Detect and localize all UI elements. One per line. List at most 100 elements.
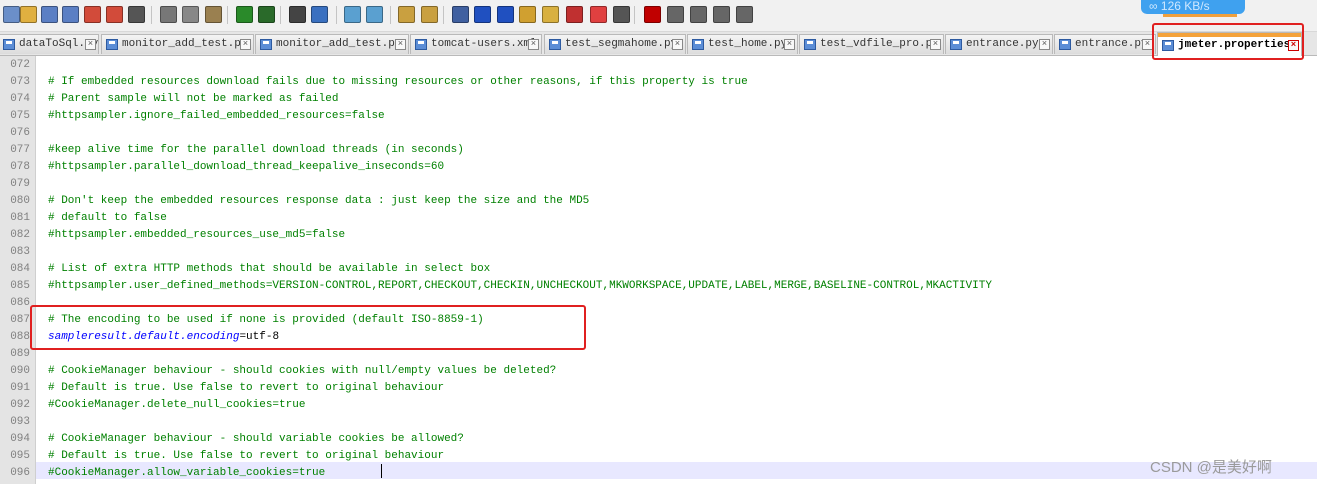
toolbar-separator bbox=[390, 6, 391, 24]
monitor-icon[interactable] bbox=[613, 6, 630, 23]
save-all-icon[interactable] bbox=[62, 6, 79, 23]
cut-icon[interactable] bbox=[160, 6, 177, 23]
file-icon bbox=[3, 39, 15, 50]
network-speed-text: 126 KB/s bbox=[1160, 0, 1210, 13]
tab-label: entrance.py bbox=[1075, 38, 1148, 50]
doc-map-icon[interactable] bbox=[542, 6, 559, 23]
close-all-icon[interactable] bbox=[106, 6, 123, 23]
toolbar-separator bbox=[634, 6, 635, 24]
line-number: 080 bbox=[10, 195, 30, 207]
play-macro-icon[interactable] bbox=[690, 6, 707, 23]
folder-icon[interactable] bbox=[590, 6, 607, 23]
file-icon bbox=[415, 39, 427, 50]
line-number: 090 bbox=[10, 365, 30, 377]
code-line: #httpsampler.ignore_failed_embedded_reso… bbox=[48, 110, 385, 122]
line-number: 082 bbox=[10, 229, 30, 241]
toolbar-separator bbox=[280, 6, 281, 24]
tab-tomcat-users-xml[interactable]: tomcat-users.xml × bbox=[410, 34, 542, 54]
line-number: 072 bbox=[10, 59, 30, 71]
tab-datatosql-py[interactable]: dataToSql.py × bbox=[0, 34, 99, 54]
toolbar bbox=[0, 0, 1317, 32]
code-line: # List of extra HTTP methods that should… bbox=[48, 263, 491, 275]
sync-horizontal-icon[interactable] bbox=[421, 6, 438, 23]
tab-monitor-add-test-py[interactable]: monitor_add_test.py × bbox=[255, 34, 409, 54]
file-icon bbox=[804, 39, 816, 50]
file-icon bbox=[692, 39, 704, 50]
stop-macro-icon[interactable] bbox=[667, 6, 684, 23]
tab-label: test_home.py bbox=[708, 38, 788, 50]
toolbar-separator bbox=[443, 6, 444, 24]
line-number: 074 bbox=[10, 93, 30, 105]
text-caret bbox=[381, 464, 382, 478]
code-line: # Don't keep the embedded resources resp… bbox=[48, 195, 590, 207]
code-editor[interactable]: 072 073 074 075 076 077 078 079 080 081 082 083 084 0… bbox=[0, 56, 1317, 484]
network-icon: ∞ bbox=[1149, 0, 1158, 13]
tab-close-icon[interactable]: × bbox=[672, 39, 683, 50]
tab-entrance-py[interactable]: entrance.py × bbox=[1054, 34, 1156, 54]
file-icon bbox=[106, 39, 118, 50]
function-list-icon[interactable] bbox=[566, 6, 583, 23]
copy-icon[interactable] bbox=[182, 6, 199, 23]
line-number: 092 bbox=[10, 399, 30, 411]
tab-entrance-py[interactable]: entrance.py × bbox=[945, 34, 1053, 54]
property-key: sampleresult.default.encoding bbox=[48, 331, 240, 343]
close-icon[interactable] bbox=[84, 6, 101, 23]
tab-close-icon[interactable]: × bbox=[1039, 39, 1050, 50]
code-line: #CookieManager.delete_null_cookies=true bbox=[48, 399, 306, 411]
paste-icon[interactable] bbox=[205, 6, 222, 23]
tab-close-icon[interactable]: × bbox=[528, 39, 539, 50]
tab-monitor-add-test-py[interactable]: monitor_add_test.py × bbox=[101, 34, 254, 54]
tab-test-segmahome-py[interactable]: test_segmahome.py × bbox=[544, 34, 686, 54]
tab-test-vdfile-pro-py[interactable]: test_vdfile_pro.py × bbox=[799, 34, 944, 54]
save-macro-icon[interactable] bbox=[736, 6, 753, 23]
run-macro-icon[interactable] bbox=[713, 6, 730, 23]
network-speed-badge: ∞ 126 KB/s bbox=[1141, 0, 1245, 17]
line-number: 081 bbox=[10, 212, 30, 224]
file-icon bbox=[1059, 39, 1071, 50]
show-symbols-icon[interactable] bbox=[474, 6, 491, 23]
find-icon[interactable] bbox=[289, 6, 306, 23]
print-icon[interactable] bbox=[128, 6, 145, 23]
code-line: # CookieManager behaviour - should varia… bbox=[48, 433, 464, 445]
sync-vertical-icon[interactable] bbox=[398, 6, 415, 23]
line-number: 079 bbox=[10, 178, 30, 190]
line-number: 076 bbox=[10, 127, 30, 139]
line-number: 075 bbox=[10, 110, 30, 122]
tab-test-home-py[interactable]: test_home.py × bbox=[687, 34, 798, 54]
line-number: 096 bbox=[10, 467, 30, 479]
code-line: #httpsampler.user_defined_methods=VERSIO… bbox=[48, 280, 992, 292]
zoom-in-icon[interactable] bbox=[344, 6, 361, 23]
tab-close-icon[interactable]: × bbox=[395, 39, 406, 50]
tab-close-icon[interactable]: × bbox=[930, 39, 941, 50]
word-wrap-icon[interactable] bbox=[452, 6, 469, 23]
tab-label: monitor_add_test.py bbox=[276, 38, 402, 50]
open-icon[interactable] bbox=[20, 6, 37, 23]
toolbar-separator bbox=[336, 6, 337, 24]
lang-icon[interactable] bbox=[519, 6, 536, 23]
line-number: 087 bbox=[10, 314, 30, 326]
line-number: 093 bbox=[10, 416, 30, 428]
file-icon bbox=[549, 39, 561, 50]
toolbar-separator bbox=[227, 6, 228, 24]
undo-icon[interactable] bbox=[236, 6, 253, 23]
line-number: 073 bbox=[10, 76, 30, 88]
zoom-out-icon[interactable] bbox=[366, 6, 383, 23]
tab-close-icon[interactable]: × bbox=[85, 39, 96, 50]
tab-label: test_segmahome.py bbox=[565, 38, 678, 50]
save-icon[interactable] bbox=[41, 6, 58, 23]
replace-icon[interactable] bbox=[311, 6, 328, 23]
tab-close-icon[interactable]: × bbox=[240, 39, 251, 50]
tab-close-icon[interactable]: × bbox=[784, 39, 795, 50]
record-macro-icon[interactable] bbox=[644, 6, 661, 23]
line-number: 085 bbox=[10, 280, 30, 292]
line-number: 091 bbox=[10, 382, 30, 394]
line-number-gutter: 072 073 074 075 076 077 078 079 080 081 082 083 084 0… bbox=[0, 56, 36, 484]
redo-icon[interactable] bbox=[258, 6, 275, 23]
property-value: =utf-8 bbox=[239, 331, 280, 343]
indent-guide-icon[interactable] bbox=[497, 6, 514, 23]
tab-label: monitor_add_test.py bbox=[122, 38, 248, 50]
code-line: # CookieManager behaviour - should cooki… bbox=[48, 365, 557, 377]
code-line: #keep alive time for the parallel downlo… bbox=[48, 144, 464, 156]
tab-label: tomcat-users.xml bbox=[431, 38, 537, 50]
new-file-icon[interactable] bbox=[3, 6, 20, 23]
